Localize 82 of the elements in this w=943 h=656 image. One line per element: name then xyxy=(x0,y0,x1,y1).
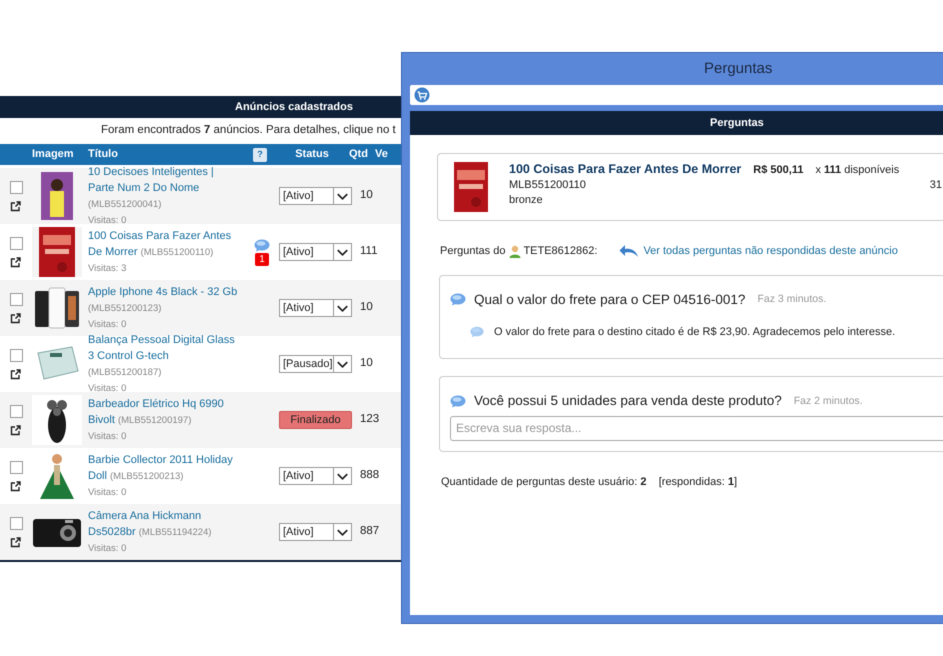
row-checkbox[interactable] xyxy=(10,348,23,362)
status-select[interactable]: [Ativo] xyxy=(279,299,352,317)
back-arrow-icon xyxy=(619,244,640,258)
column-header: Status xyxy=(294,147,330,162)
window-title: Perguntas xyxy=(704,58,772,79)
question-stats: Quantidade de perguntas deste usuário: 2 [respondidas: 1] xyxy=(441,476,738,488)
stock-text: x 111 disponíveis xyxy=(815,163,900,178)
quantity: 10 xyxy=(360,300,373,316)
product-price: R$ 500,11 xyxy=(753,163,804,178)
visit-count: Visitas: 0 xyxy=(88,542,126,556)
listing-title[interactable]: Balança Pessoal Digital Glass 3 Control G-tech (MLB551200187) xyxy=(88,332,240,380)
chevron-icon xyxy=(333,524,351,540)
external-link-icon[interactable] xyxy=(10,256,21,268)
question-count-badge[interactable]: 1 xyxy=(255,252,269,266)
user-name[interactable]: TETE8612862: xyxy=(523,243,598,260)
row-checkbox[interactable] xyxy=(10,292,23,306)
column-header: Ve xyxy=(375,147,388,162)
listing-title[interactable]: Barbie Collector 2011 Holiday Doll (MLB551200213) xyxy=(88,452,240,484)
speech-bubble-icon xyxy=(450,394,466,408)
external-link-icon[interactable] xyxy=(10,200,21,212)
external-link-icon[interactable] xyxy=(10,312,21,324)
external-link-icon[interactable] xyxy=(10,480,21,492)
visit-count: Visitas: 0 xyxy=(88,214,126,228)
column-header: Título xyxy=(88,147,119,162)
listing-title[interactable]: 100 Coisas Para Fazer Antes De Morrer (MLB551200110) xyxy=(88,228,240,260)
speech-bubble-icon xyxy=(450,293,466,306)
listing-title[interactable]: Apple Iphone 4s Black - 32 Gb (MLB551200123) xyxy=(88,284,240,316)
cell-value: 31 xyxy=(930,178,943,193)
quantity: 10 xyxy=(360,356,373,372)
chevron-icon xyxy=(333,356,351,372)
external-link-icon[interactable] xyxy=(10,368,21,380)
unanswered-link[interactable]: Ver todas perguntas não respondidas deste anúncio xyxy=(643,243,898,260)
status-select[interactable]: [Ativo] xyxy=(279,243,352,261)
product-code: MLB551200110 xyxy=(509,178,587,193)
answer-bubble-icon xyxy=(470,326,484,338)
question-time: Faz 2 minutos. xyxy=(794,394,863,408)
listing-title[interactable]: Barbeador Elétrico Hq 6990 Bivolt (MLB551200197) xyxy=(88,396,240,428)
quantity: 888 xyxy=(360,468,380,484)
visit-count: Visitas: 0 xyxy=(88,430,126,444)
results-summary: Foram encontrados 7 anúncios. Para detalhes, clique no t xyxy=(101,123,396,138)
seller-level: bronze xyxy=(509,193,544,208)
row-checkbox[interactable] xyxy=(10,516,23,530)
help-icon[interactable]: ? xyxy=(253,148,267,162)
question-time: Faz 3 minutos. xyxy=(757,292,826,307)
cart-icon[interactable] xyxy=(414,87,430,103)
visit-count: Visitas: 0 xyxy=(88,486,126,500)
chevron-icon xyxy=(333,244,351,260)
quantity: 111 xyxy=(360,244,378,260)
listing-title[interactable]: Câmera Ana Hickmann Ds5028br (MLB551194224) xyxy=(88,508,240,540)
quantity: 123 xyxy=(360,412,380,428)
asker-label: Perguntas do xyxy=(440,244,506,259)
row-checkbox[interactable] xyxy=(10,236,23,250)
visit-count: Visitas: 0 xyxy=(88,382,126,396)
column-header: Imagem xyxy=(32,147,75,162)
status-select[interactable]: [Ativo] xyxy=(279,187,352,205)
section-title: Perguntas xyxy=(710,116,764,131)
status-select[interactable]: [Ativo] xyxy=(279,467,352,485)
quantity: 887 xyxy=(360,524,380,540)
column-header: Qtd xyxy=(349,147,369,162)
question-text: Qual o valor do frete para o CEP 04516-001? xyxy=(474,290,746,309)
row-checkbox[interactable] xyxy=(10,180,23,194)
answer-text: O valor do frete para o destino citado é de R$ 23,90. Agradecemos pelo interesse. xyxy=(494,324,896,340)
status-select[interactable]: [Pausado] xyxy=(279,355,352,373)
reply-field[interactable]: Escreva sua resposta... xyxy=(450,416,943,440)
question-text: Você possui 5 unidades para venda deste produto? xyxy=(474,392,782,410)
question-bubble-icon xyxy=(254,238,270,252)
visit-count: Visitas: 3 xyxy=(88,262,126,276)
quantity: 10 xyxy=(360,188,373,204)
chevron-icon xyxy=(333,468,351,484)
row-checkbox[interactable] xyxy=(10,460,23,474)
status-badge: Finalizado xyxy=(279,411,352,429)
external-link-icon[interactable] xyxy=(10,536,21,548)
row-checkbox[interactable] xyxy=(10,404,23,418)
user-icon xyxy=(509,244,522,258)
listing-title[interactable]: 10 Decisoes Inteligentes | Parte Num 2 Do Nome (MLB551200041) xyxy=(88,164,240,212)
status-select[interactable]: [Ativo] xyxy=(279,523,352,541)
product-title[interactable]: 100 Coisas Para Fazer Antes De Morrer xyxy=(509,162,742,177)
chevron-icon xyxy=(333,300,351,316)
panel-title: Anúncios cadastrados xyxy=(235,100,353,115)
visit-count: Visitas: 0 xyxy=(88,318,126,332)
chevron-icon xyxy=(333,188,351,204)
external-link-icon[interactable] xyxy=(10,424,21,436)
